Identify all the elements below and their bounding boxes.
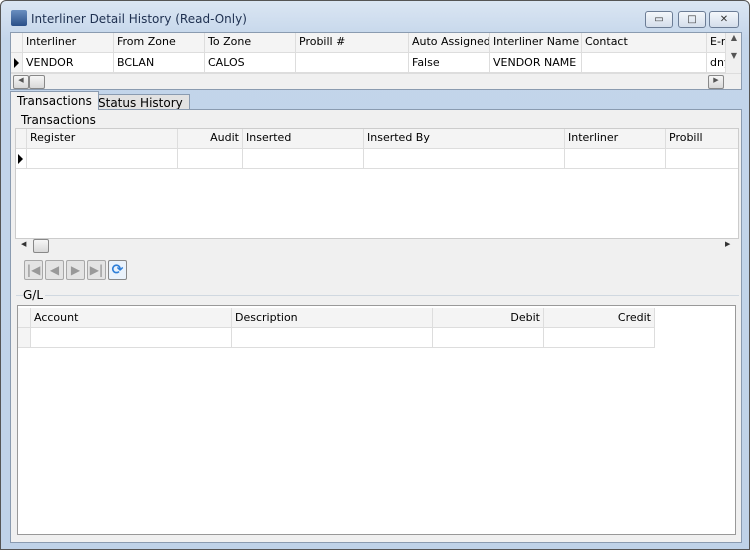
cell-register[interactable] — [27, 149, 178, 169]
gl-grid[interactable]: Account Description Debit Credit — [17, 305, 736, 535]
vertical-scrollbar[interactable]: ▲ ▼ — [726, 33, 741, 73]
col-probill[interactable]: Probill # — [296, 33, 409, 53]
transactions-hscrollbar[interactable]: ◀ ▶ — [15, 239, 739, 254]
row-header-corner — [11, 33, 23, 53]
row-selector[interactable] — [11, 53, 23, 73]
window-title: Interliner Detail History (Read-Only) — [31, 12, 247, 26]
cell-interliner[interactable] — [565, 149, 666, 169]
cell-audit[interactable] — [178, 149, 243, 169]
row-selector[interactable] — [16, 149, 27, 169]
scroll-thumb[interactable] — [33, 239, 49, 253]
col-from-zone[interactable]: From Zone — [114, 33, 205, 53]
cell-probill[interactable] — [666, 149, 738, 169]
col-audit[interactable]: Audit — [178, 129, 243, 149]
scroll-left-button[interactable]: ◀ — [13, 75, 29, 89]
row-header-corner — [18, 308, 31, 328]
gl-group-label: G/L — [23, 288, 46, 302]
cell-inserted[interactable] — [243, 149, 364, 169]
scroll-left-button[interactable]: ◀ — [21, 240, 26, 248]
col-inserted[interactable]: Inserted — [243, 129, 364, 149]
cell-inserted-by[interactable] — [364, 149, 565, 169]
cell-interliner[interactable]: VENDOR — [23, 53, 114, 73]
col-email[interactable]: E-m — [707, 33, 726, 53]
tab-status-history[interactable]: Status History — [91, 94, 190, 110]
last-record-button[interactable]: ▶| — [87, 260, 106, 280]
col-inserted-by[interactable]: Inserted By — [364, 129, 565, 149]
transactions-grid[interactable]: Register Audit Inserted Inserted By Inte… — [15, 128, 739, 239]
col-interliner[interactable]: Interliner — [23, 33, 114, 53]
cell-credit[interactable] — [544, 328, 655, 348]
tab-transactions[interactable]: Transactions — [10, 91, 99, 110]
col-contact[interactable]: Contact — [582, 33, 707, 53]
cell-interliner-name[interactable]: VENDOR NAME — [490, 53, 582, 73]
col-to-zone[interactable]: To Zone — [205, 33, 296, 53]
app-icon — [11, 10, 27, 26]
transactions-group-label: Transactions — [21, 113, 96, 127]
cell-description[interactable] — [232, 328, 433, 348]
cell-contact[interactable] — [582, 53, 707, 73]
col-debit[interactable]: Debit — [433, 308, 544, 328]
col-interliner[interactable]: Interliner — [565, 129, 666, 149]
cell-debit[interactable] — [433, 328, 544, 348]
cell-email[interactable]: dny — [707, 53, 726, 73]
horizontal-scrollbar[interactable]: ◀ ▶ — [11, 73, 741, 89]
cell-account[interactable] — [31, 328, 232, 348]
current-row-icon — [18, 154, 23, 164]
cell-probill[interactable] — [296, 53, 409, 73]
cell-from-zone[interactable]: BCLAN — [114, 53, 205, 73]
gl-divider — [16, 295, 739, 296]
col-credit[interactable]: Credit — [544, 308, 655, 328]
close-button[interactable]: ✕ — [709, 11, 739, 28]
scroll-right-button[interactable]: ▶ — [708, 75, 724, 89]
row-selector[interactable] — [18, 328, 31, 348]
interliner-grid[interactable]: Interliner From Zone To Zone Probill # A… — [10, 32, 742, 90]
col-description[interactable]: Description — [232, 308, 433, 328]
scroll-right-button[interactable]: ▶ — [725, 240, 730, 248]
cell-to-zone[interactable]: CALOS — [205, 53, 296, 73]
col-interliner-name[interactable]: Interliner Name — [490, 33, 582, 53]
current-row-icon — [14, 58, 19, 68]
prev-record-button[interactable]: ◀ — [45, 260, 64, 280]
cell-auto-assigned[interactable]: False — [409, 53, 490, 73]
next-record-button[interactable]: ▶ — [66, 260, 85, 280]
window: Interliner Detail History (Read-Only) ▭ … — [0, 0, 750, 550]
col-auto-assigned[interactable]: Auto Assigned — [409, 33, 490, 53]
row-header-corner — [16, 129, 27, 149]
col-probill[interactable]: Probill — [666, 129, 738, 149]
col-account[interactable]: Account — [31, 308, 232, 328]
maximize-button[interactable]: □ — [678, 11, 706, 28]
minimize-button[interactable]: ▭ — [645, 11, 673, 28]
col-register[interactable]: Register — [27, 129, 178, 149]
first-record-button[interactable]: |◀ — [24, 260, 43, 280]
scroll-thumb[interactable] — [29, 75, 45, 89]
refresh-button[interactable]: ⟳ — [108, 260, 127, 280]
